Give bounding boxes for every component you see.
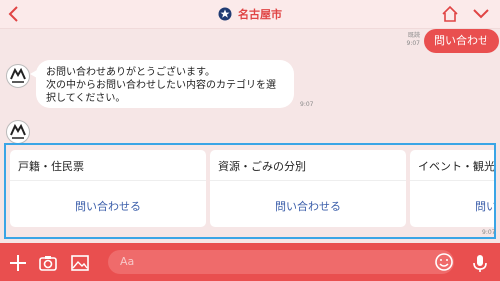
- card-divider: [10, 180, 206, 181]
- message-time: 9:07: [482, 229, 496, 236]
- microphone-icon[interactable]: [470, 253, 490, 273]
- nagoya-emblem-icon: [10, 67, 26, 83]
- message-line: 次の中からお問い合わせしたい内容のカテゴリを選: [46, 80, 276, 91]
- card-title: 戸籍・住民票: [18, 160, 84, 173]
- category-card[interactable]: 戸籍・住民票 問い合わせる: [10, 150, 206, 227]
- message-input-bar: Aa: [0, 243, 500, 281]
- home-icon[interactable]: [441, 5, 459, 23]
- camera-icon[interactable]: [38, 253, 58, 273]
- input-placeholder: Aa: [120, 255, 135, 268]
- nagoya-emblem-icon: [10, 123, 26, 139]
- card-title: 資源・ごみの分別: [218, 160, 306, 173]
- category-carousel[interactable]: 戸籍・住民票 問い合わせる 資源・ごみの分別 問い合わせる イベント・観光 問い…: [4, 143, 496, 239]
- emoji-icon[interactable]: [434, 252, 454, 272]
- card-title: イベント・観光: [418, 160, 495, 173]
- chat-title: 名古屋市: [238, 8, 282, 21]
- incoming-message-bubble[interactable]: お問い合わせありがとうございます。 次の中からお問い合わせしたい内容のカテゴリを…: [36, 60, 294, 108]
- inquire-button[interactable]: 問い合わせる: [210, 198, 406, 214]
- inquire-button[interactable]: 問い合わせる: [10, 198, 206, 214]
- message-time: 9:07: [406, 40, 420, 47]
- message-time: 9:07: [300, 101, 314, 108]
- message-line: お問い合わせありがとうございます。: [46, 67, 215, 78]
- chevron-down-icon[interactable]: [472, 6, 490, 22]
- category-card[interactable]: 資源・ごみの分別 問い合わせる: [210, 150, 406, 227]
- outgoing-bubble-tail: [486, 37, 493, 45]
- avatar[interactable]: [6, 64, 30, 88]
- inquire-button[interactable]: 問い合わせる: [410, 198, 494, 214]
- city-emblem-icon: [218, 7, 232, 21]
- plus-icon[interactable]: [8, 253, 28, 273]
- read-label: 既読: [407, 32, 420, 39]
- card-divider: [210, 180, 406, 181]
- avatar[interactable]: [6, 120, 30, 144]
- category-card[interactable]: イベント・観光 問い合わせる: [410, 150, 495, 227]
- card-divider: [410, 180, 494, 181]
- message-meta: 既読 9:07: [396, 32, 420, 48]
- image-icon[interactable]: [70, 253, 90, 273]
- chat-header: 名古屋市: [0, 0, 500, 29]
- message-input[interactable]: Aa: [108, 250, 454, 274]
- message-line: 択してください。: [46, 93, 126, 104]
